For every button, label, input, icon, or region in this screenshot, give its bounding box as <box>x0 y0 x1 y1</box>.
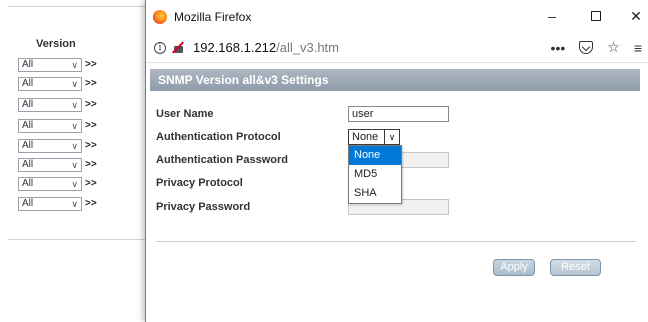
version-select[interactable]: All ∨ <box>18 176 82 191</box>
firefox-window: Mozilla Firefox – ✕ i 192.168.1.212/all_… <box>145 0 648 322</box>
chevron-down-icon: ∨ <box>71 159 78 170</box>
insecure-lock-icon[interactable] <box>171 41 185 54</box>
auth-protocol-select[interactable]: None ∨ <box>348 129 400 145</box>
chevron-down-icon: ∨ <box>71 78 78 89</box>
version-select[interactable]: All ∨ <box>18 97 82 112</box>
auth-password-label: Authentication Password <box>156 154 289 166</box>
version-arrow-link[interactable]: >> <box>85 140 97 151</box>
page-content: SNMP Version all&v3 Settings User Name u… <box>146 63 648 322</box>
version-arrow-link[interactable]: >> <box>85 159 97 170</box>
version-row: All ∨ >> <box>18 76 97 91</box>
reset-button[interactable]: Reset <box>550 259 601 276</box>
version-row: All ∨ >> <box>18 176 97 191</box>
privacy-password-label: Privacy Password <box>156 201 251 213</box>
version-arrow-link[interactable]: >> <box>85 99 97 110</box>
version-arrow-link[interactable]: >> <box>85 120 97 131</box>
version-row: All ∨ >> <box>18 157 97 172</box>
version-column-header: Version <box>36 38 76 50</box>
chevron-down-icon: ∨ <box>71 198 78 209</box>
user-name-label: User Name <box>156 108 214 120</box>
version-arrow-link[interactable]: >> <box>85 59 97 70</box>
dropdown-option-sha[interactable]: SHA <box>349 184 401 203</box>
chevron-down-icon: ∨ <box>71 178 78 189</box>
bookmark-star-icon[interactable]: ☆ <box>607 39 620 56</box>
chevron-down-icon: ∨ <box>71 140 78 151</box>
maximize-button[interactable] <box>586 6 606 26</box>
version-arrow-link[interactable]: >> <box>85 78 97 89</box>
maximize-icon <box>591 11 601 21</box>
version-select[interactable]: All ∨ <box>18 138 82 153</box>
version-select[interactable]: All ∨ <box>18 157 82 172</box>
firefox-logo-icon <box>153 9 167 24</box>
user-name-input[interactable]: user <box>348 106 449 122</box>
apply-button[interactable]: Apply <box>493 259 535 276</box>
more-actions-icon[interactable]: ••• <box>551 40 566 56</box>
chevron-down-icon: ∨ <box>71 59 78 70</box>
pocket-icon[interactable] <box>579 41 594 54</box>
version-arrow-link[interactable]: >> <box>85 198 97 209</box>
dropdown-option-md5[interactable]: MD5 <box>349 165 401 184</box>
close-button[interactable]: ✕ <box>626 6 646 26</box>
minimize-button[interactable]: – <box>542 6 562 26</box>
url-actions: ••• ☆ ≡ <box>551 39 642 56</box>
dropdown-option-none[interactable]: None <box>349 146 401 165</box>
version-row: All ∨ >> <box>18 138 97 153</box>
auth-protocol-dropdown: None MD5 SHA <box>348 145 402 204</box>
version-select[interactable]: All ∨ <box>18 196 82 211</box>
url-bar[interactable]: i 192.168.1.212/all_v3.htm ••• ☆ ≡ <box>146 33 648 63</box>
version-row: All ∨ >> <box>18 118 97 133</box>
version-select[interactable]: All ∨ <box>18 76 82 91</box>
settings-header: SNMP Version all&v3 Settings <box>150 69 640 91</box>
title-bar[interactable]: Mozilla Firefox – ✕ <box>146 0 648 33</box>
url-address[interactable]: 192.168.1.212/all_v3.htm <box>193 40 339 55</box>
chevron-down-icon: ∨ <box>71 99 78 110</box>
info-icon[interactable]: i <box>154 41 166 54</box>
auth-protocol-label: Authentication Protocol <box>156 131 281 143</box>
hamburger-menu-icon[interactable]: ≡ <box>634 40 642 56</box>
version-select[interactable]: All ∨ <box>18 57 82 72</box>
privacy-protocol-label: Privacy Protocol <box>156 177 243 189</box>
chevron-down-icon[interactable]: ∨ <box>384 130 399 144</box>
form-divider <box>156 241 636 242</box>
version-arrow-link[interactable]: >> <box>85 178 97 189</box>
window-title: Mozilla Firefox <box>174 9 252 24</box>
version-select[interactable]: All ∨ <box>18 118 82 133</box>
version-row: All ∨ >> <box>18 97 97 112</box>
version-row: All ∨ >> <box>18 57 97 72</box>
chevron-down-icon: ∨ <box>71 120 78 131</box>
version-row: All ∨ >> <box>18 196 97 211</box>
